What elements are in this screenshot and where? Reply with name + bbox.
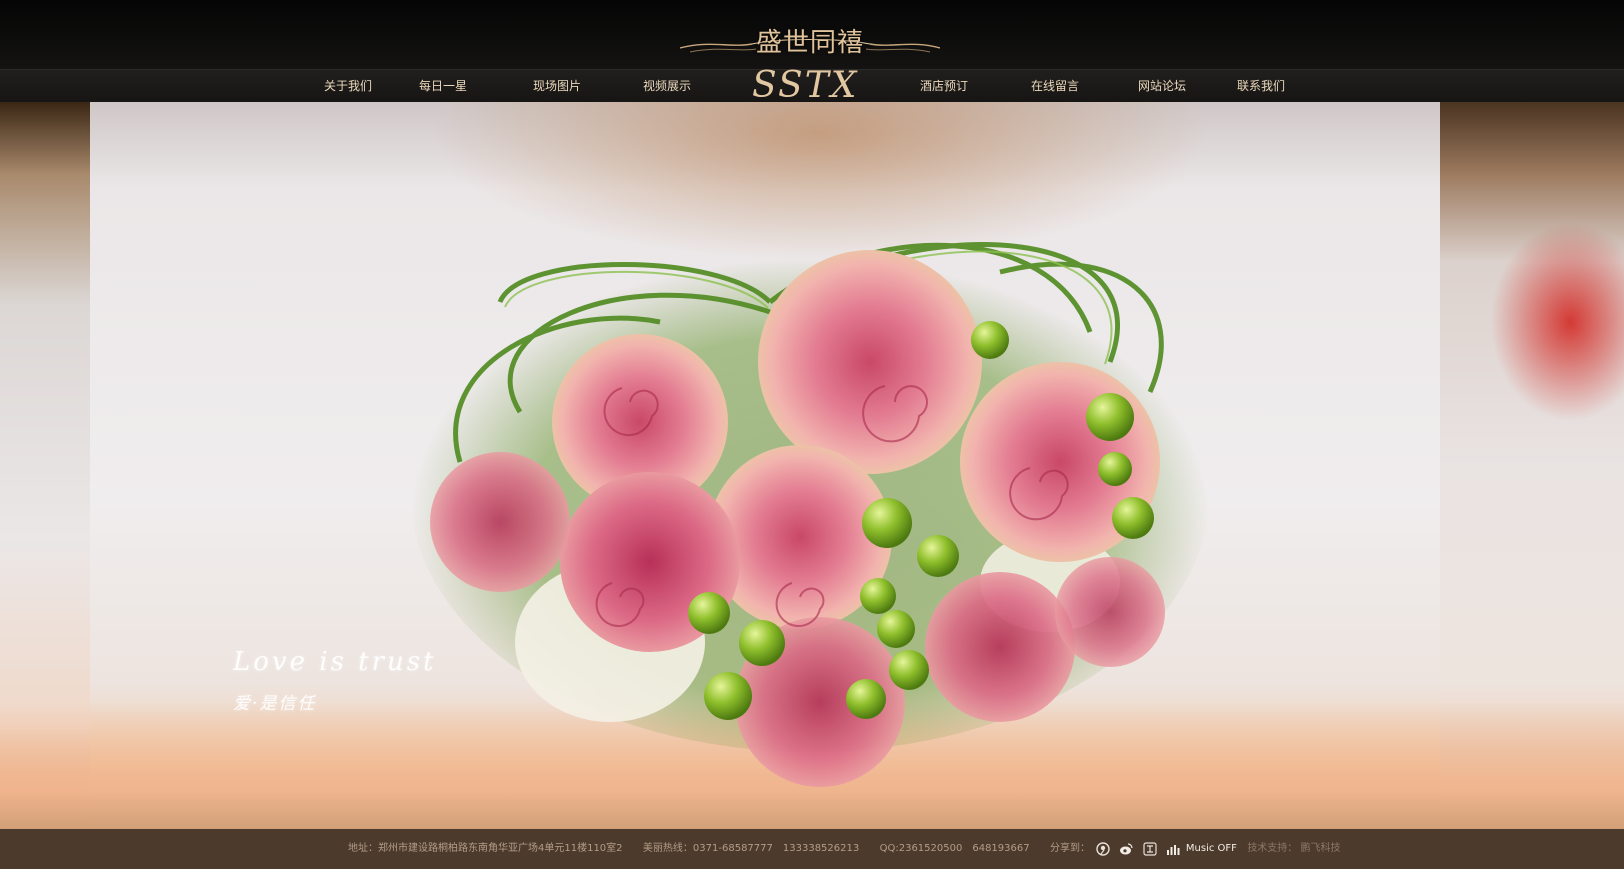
page: 盛世同禧 关于我们 每日一星 现场图片 视频展示 SSTX 酒店预订 在线留言 …	[0, 0, 1624, 869]
footer-info-row: 地址：郑州市建设路桐柏路东南角华亚广场4单元11楼110室2 美丽热线：0371…	[348, 829, 1341, 869]
nav-item-contact[interactable]: 联系我们	[1237, 70, 1285, 103]
site-header: 盛世同禧	[0, 0, 1624, 69]
footer-tech-label: 技术支持：	[1247, 843, 1298, 854]
nav-item-daily-star[interactable]: 每日一星	[419, 70, 467, 103]
footer-hotline: 美丽热线：0371-68587777 133338526213	[642, 843, 860, 854]
site-footer: 地址：郑州市建设路桐柏路东南角华亚广场4单元11楼110室2 美丽热线：0371…	[0, 829, 1624, 869]
brand-logo[interactable]: 盛世同禧	[680, 18, 940, 60]
nav-logo-sstx[interactable]: SSTX	[752, 66, 858, 106]
renren-icon[interactable]	[1142, 842, 1157, 856]
footer-share-label: 分享到：	[1049, 843, 1090, 854]
nav-item-hotel-booking[interactable]: 酒店预订	[920, 70, 968, 103]
hero-slogan-cn: 爱·是信任	[233, 694, 317, 714]
hero-slogan-en: Love is trust	[233, 647, 437, 677]
nav-item-message[interactable]: 在线留言	[1031, 70, 1079, 103]
rose-bouquet-image	[410, 232, 1210, 787]
footer-address: 地址：郑州市建设路桐柏路东南角华亚广场4单元11楼110室2	[348, 843, 623, 854]
brand-name: 盛世同禧	[755, 28, 864, 58]
hero-banner: Love is trust 爱·是信任	[0, 102, 1624, 829]
music-toggle-button[interactable]: Music OFF	[1186, 829, 1237, 869]
footer-tech-link[interactable]: 鹏飞科技	[1301, 829, 1341, 869]
nav-item-about[interactable]: 关于我们	[324, 70, 372, 103]
music-bars-icon	[1166, 845, 1180, 855]
nav-item-photos[interactable]: 现场图片	[533, 70, 581, 103]
footer-qq: QQ:2361520500 648193667	[879, 843, 1030, 854]
nav-item-forum[interactable]: 网站论坛	[1138, 70, 1186, 103]
main-nav: 关于我们 每日一星 现场图片 视频展示 SSTX 酒店预订 在线留言 网站论坛 …	[0, 66, 1624, 106]
sina-weibo-icon[interactable]	[1119, 842, 1133, 856]
qq-weibo-icon[interactable]	[1096, 842, 1110, 856]
nav-item-videos[interactable]: 视频展示	[643, 70, 691, 103]
